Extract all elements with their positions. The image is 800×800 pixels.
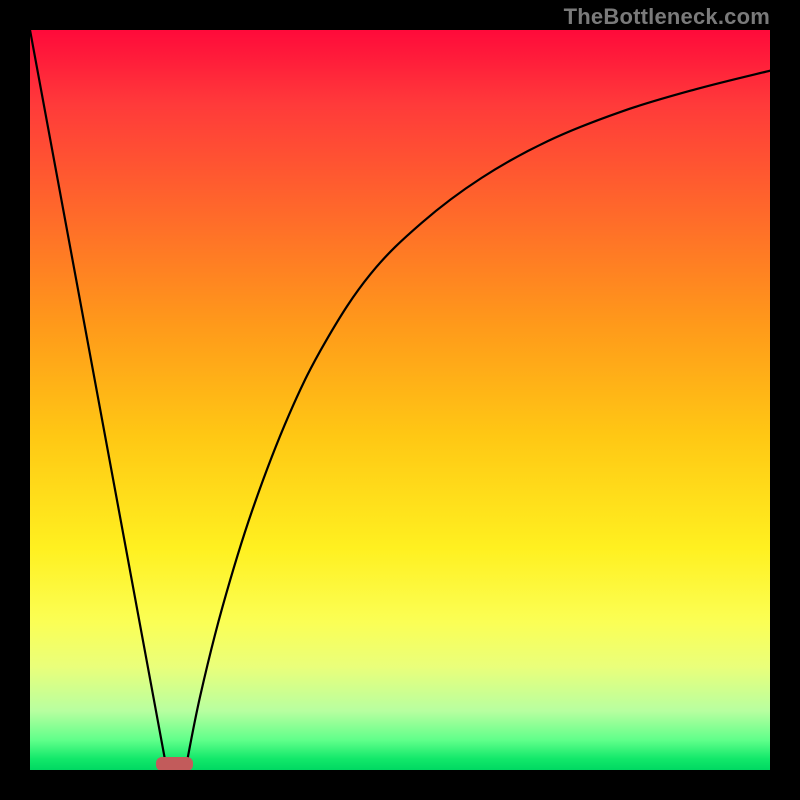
watermark-text: TheBottleneck.com: [564, 4, 770, 30]
plot-area: [30, 30, 770, 770]
curve-layer: [30, 30, 770, 770]
bottleneck-marker: [156, 757, 193, 770]
chart-frame: TheBottleneck.com: [0, 0, 800, 800]
left-branch-line: [30, 30, 167, 770]
right-branch-curve: [185, 71, 770, 770]
